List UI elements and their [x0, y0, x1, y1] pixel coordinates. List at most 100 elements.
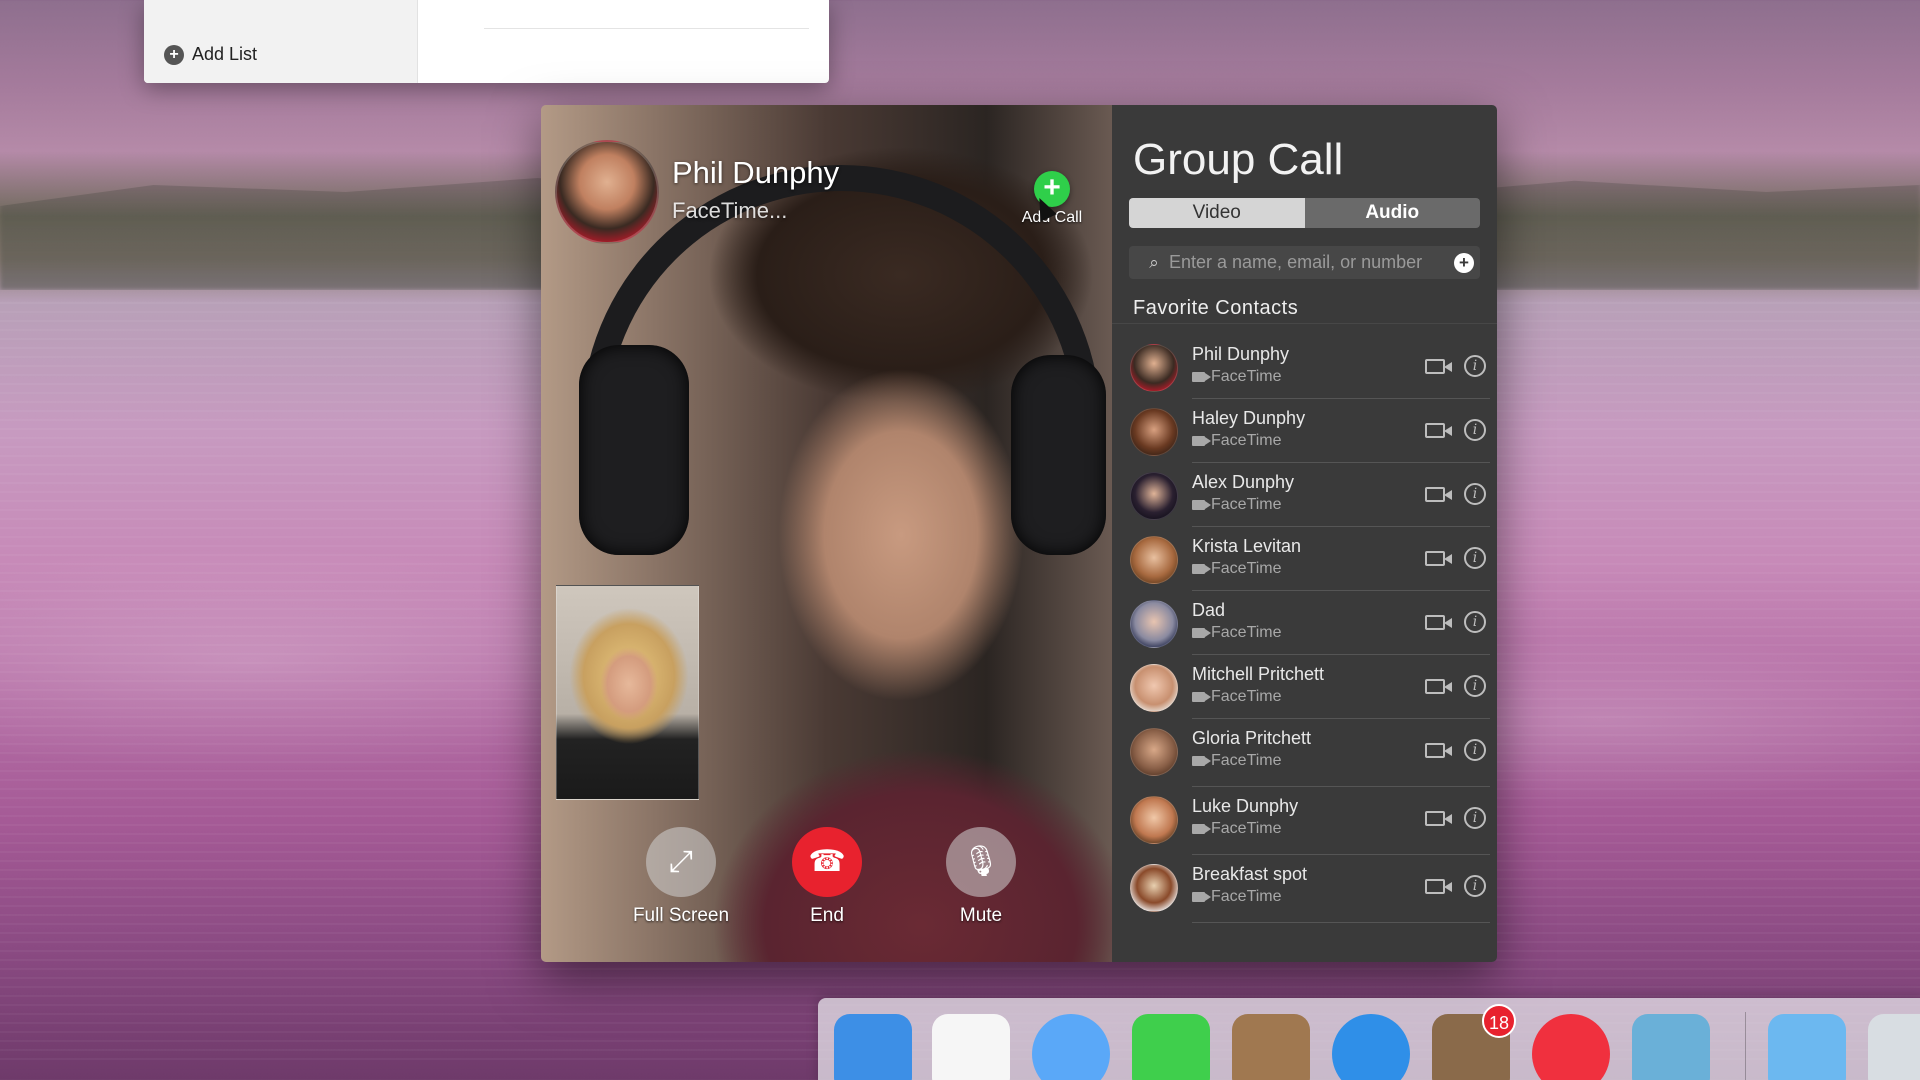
- contact-subtitle-text: FaceTime: [1211, 888, 1282, 905]
- avatar: [1130, 344, 1178, 392]
- contact-search-field: ⌕ +: [1129, 246, 1480, 279]
- contact-subtitle-text: FaceTime: [1211, 368, 1282, 385]
- contact-subtitle: FaceTime: [1192, 368, 1282, 386]
- contact-name: Alex Dunphy: [1192, 472, 1295, 492]
- contact-row[interactable]: Haley Dunphy FaceTime i: [1130, 399, 1490, 463]
- contact-subtitle: FaceTime: [1192, 752, 1282, 770]
- messages-icon[interactable]: [1032, 1014, 1110, 1080]
- avatar: [1130, 408, 1178, 456]
- contact-name: Luke Dunphy: [1192, 796, 1299, 816]
- contact-row[interactable]: Phil Dunphy FaceTime i: [1130, 335, 1490, 399]
- caller-name: Phil Dunphy: [672, 155, 840, 190]
- video-camera-icon: [1192, 564, 1211, 574]
- mail-icon[interactable]: 18: [1432, 1004, 1516, 1080]
- contact-name: Haley Dunphy: [1192, 408, 1306, 428]
- contact-row[interactable]: Krista Levitan FaceTime i: [1130, 527, 1490, 591]
- contact-subtitle: FaceTime: [1192, 888, 1282, 906]
- contact-subtitle: FaceTime: [1192, 688, 1282, 706]
- info-icon[interactable]: i: [1464, 355, 1486, 377]
- video-camera-icon: [1192, 756, 1211, 766]
- video-call-icon[interactable]: [1425, 551, 1452, 566]
- contact-name: Breakfast spot: [1192, 864, 1308, 884]
- photos-icon[interactable]: [1632, 1014, 1710, 1080]
- video-call-icon[interactable]: [1425, 879, 1452, 894]
- fullscreen-button[interactable]: ⤢ Full Screen: [616, 827, 746, 927]
- favorite-contacts-list: Phil Dunphy FaceTime i Haley Dunphy Face…: [1130, 335, 1490, 923]
- video-call-icon[interactable]: [1425, 811, 1452, 826]
- headphone-left: [579, 345, 689, 555]
- video-call-icon[interactable]: [1425, 423, 1452, 438]
- avatar: [1130, 600, 1178, 648]
- group-call-title: Group Call: [1133, 135, 1344, 184]
- avatar: [1130, 664, 1178, 712]
- itunes-icon[interactable]: [1532, 1014, 1610, 1080]
- info-icon[interactable]: i: [1464, 807, 1486, 829]
- contact-row[interactable]: Dad FaceTime i: [1130, 591, 1490, 655]
- contact-subtitle-text: FaceTime: [1211, 432, 1282, 449]
- mute-button[interactable]: 🎙 Mute: [916, 827, 1046, 927]
- headphone-right: [1011, 355, 1106, 555]
- plus-circle-icon: +: [164, 44, 184, 65]
- facetime-icon[interactable]: [1132, 1014, 1210, 1080]
- contact-name: Krista Levitan: [1192, 536, 1302, 556]
- avatar: [1130, 864, 1178, 912]
- avatar: [1130, 536, 1178, 584]
- avatar: [1130, 796, 1178, 844]
- info-icon[interactable]: i: [1464, 611, 1486, 633]
- video-camera-icon: [1192, 436, 1211, 446]
- facetime-window: Phil Dunphy FaceTime... + Add Call ⤢ Ful…: [541, 105, 1497, 962]
- folder-icon[interactable]: [1768, 1014, 1846, 1080]
- segment-audio[interactable]: Audio: [1304, 198, 1480, 228]
- finder-icon[interactable]: [834, 1014, 912, 1080]
- video-call-icon[interactable]: [1425, 743, 1452, 758]
- info-icon[interactable]: i: [1464, 483, 1486, 505]
- row-divider: [1192, 922, 1490, 923]
- contact-subtitle-text: FaceTime: [1211, 820, 1282, 837]
- reminders-icon[interactable]: [932, 1014, 1010, 1080]
- safari-icon[interactable]: [1332, 1014, 1410, 1080]
- info-icon[interactable]: i: [1464, 739, 1486, 761]
- avatar: [1130, 728, 1178, 776]
- info-icon[interactable]: i: [1464, 419, 1486, 441]
- end-label: End: [810, 905, 844, 926]
- video-camera-icon: [1192, 692, 1211, 702]
- contact-row[interactable]: Gloria Pritchett FaceTime i: [1130, 719, 1490, 787]
- add-list-button[interactable]: + Add List: [164, 44, 257, 65]
- info-icon[interactable]: i: [1464, 547, 1486, 569]
- contact-subtitle-text: FaceTime: [1211, 496, 1282, 513]
- contact-search-input[interactable]: [1169, 252, 1454, 273]
- add-call-button[interactable]: + Add Call: [997, 171, 1107, 227]
- caller-avatar: [555, 140, 659, 244]
- info-icon[interactable]: i: [1464, 875, 1486, 897]
- reminders-main: [418, 0, 829, 83]
- video-call-icon[interactable]: [1425, 359, 1452, 374]
- mute-label: Mute: [959, 905, 1003, 926]
- video-camera-icon: [1192, 824, 1211, 834]
- contacts-icon[interactable]: [1232, 1014, 1310, 1080]
- contact-row[interactable]: Alex Dunphy FaceTime i: [1130, 463, 1490, 527]
- trash-icon[interactable]: [1868, 1014, 1920, 1080]
- contact-name: Gloria Pritchett: [1192, 728, 1312, 748]
- video-call-icon[interactable]: [1425, 679, 1452, 694]
- contact-subtitle: FaceTime: [1192, 432, 1282, 450]
- self-view-video[interactable]: [556, 585, 699, 800]
- reminders-window: + Add List: [144, 0, 829, 83]
- contact-subtitle: FaceTime: [1192, 496, 1282, 514]
- contact-row[interactable]: Mitchell Pritchett FaceTime i: [1130, 655, 1490, 719]
- end-call-button[interactable]: ☎ End: [762, 827, 892, 927]
- contact-subtitle: FaceTime: [1192, 820, 1282, 838]
- reminders-divider: [484, 28, 809, 29]
- contact-subtitle-text: FaceTime: [1211, 688, 1282, 705]
- segment-video[interactable]: Video: [1129, 198, 1305, 228]
- contact-row[interactable]: Breakfast spot FaceTime i: [1130, 855, 1490, 923]
- add-contact-icon[interactable]: +: [1454, 252, 1474, 273]
- contact-name: Mitchell Pritchett: [1192, 664, 1325, 684]
- contact-row[interactable]: Luke Dunphy FaceTime i: [1130, 787, 1490, 855]
- contact-name: Dad: [1192, 600, 1226, 620]
- reminders-sidebar: + Add List: [144, 0, 418, 83]
- contact-subtitle-text: FaceTime: [1211, 560, 1282, 577]
- add-list-label: Add List: [192, 44, 258, 64]
- video-call-icon[interactable]: [1425, 487, 1452, 502]
- info-icon[interactable]: i: [1464, 675, 1486, 697]
- video-call-icon[interactable]: [1425, 615, 1452, 630]
